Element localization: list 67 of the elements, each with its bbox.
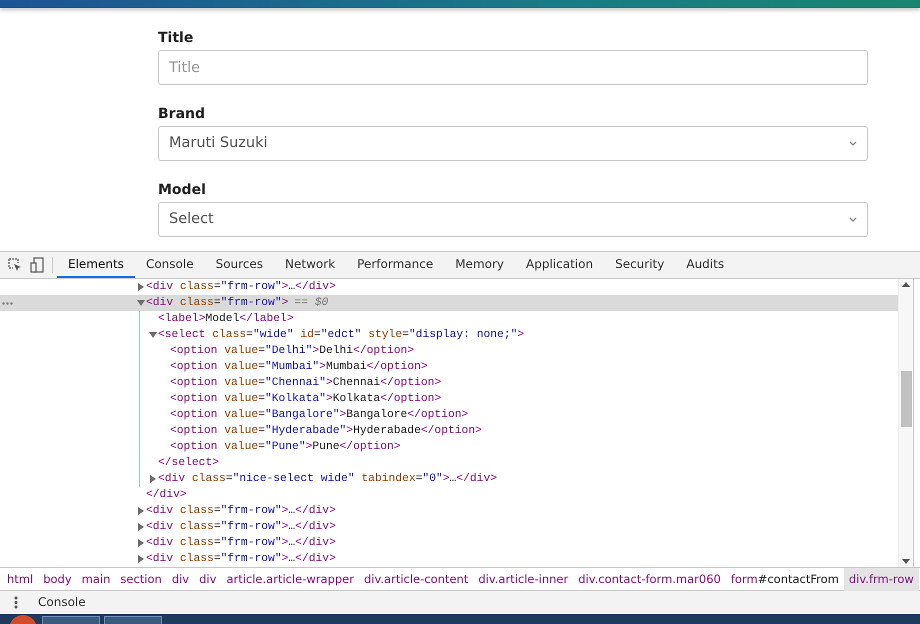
breadcrumb[interactable]: body [38, 568, 77, 590]
devtools-tab[interactable]: Memory [444, 252, 516, 278]
breadcrumb[interactable]: html [2, 568, 38, 590]
expanded-triangle-icon[interactable] [149, 331, 157, 339]
code-line[interactable]: <option value="Hyderabade">Hyderabade</option> [170, 423, 482, 439]
device-icon[interactable] [30, 257, 44, 273]
breadcrumb[interactable]: article.article-wrapper [221, 568, 359, 590]
field-label: Title [158, 29, 194, 47]
code-line[interactable]: <option value="Kolkata">Kolkata</option> [170, 391, 442, 407]
collapsed-triangle-icon[interactable] [137, 555, 145, 563]
collapsed-triangle-icon[interactable] [137, 283, 145, 291]
scrollbar-thumb[interactable] [901, 371, 912, 427]
code-line[interactable]: <option value="Mumbai">Mumbai</option> [170, 359, 428, 375]
selected-code-line[interactable]: <div class="frm-row"> [146, 295, 288, 311]
expanded-triangle-icon[interactable] [137, 299, 145, 307]
collapsed-triangle-icon[interactable] [137, 507, 145, 515]
breadcrumb[interactable]: div.article-inner [473, 568, 574, 590]
scroll-up-icon[interactable] [902, 282, 910, 287]
scroll-down-icon[interactable] [902, 559, 910, 564]
scrollbar[interactable] [898, 279, 913, 567]
code-line[interactable]: <option value="Pune">Pune</option> [170, 439, 401, 455]
breadcrumb[interactable]: main [76, 568, 116, 590]
devtools-tab[interactable]: Network [274, 252, 346, 278]
code-line[interactable]: <div class="nice-select wide" tabindex="0">…</div> [158, 471, 498, 487]
drawer-tab[interactable]: Console [34, 592, 90, 612]
breadcrumb[interactable]: div.contact-form.mar060 [573, 568, 726, 590]
devtools-tab[interactable]: Elements [57, 252, 135, 278]
text-field[interactable]: Title [158, 50, 868, 85]
breadcrumb[interactable]: div.article-content [358, 568, 474, 590]
caret-icon [849, 217, 857, 222]
code-line[interactable]: <div class="frm-row">…</div> [146, 279, 336, 295]
select-field[interactable]: Select [158, 202, 868, 237]
code-line[interactable]: </div> [146, 487, 187, 503]
code-line[interactable]: <label>Model</label> [158, 311, 294, 327]
devtools-tab[interactable]: Audits [675, 252, 736, 278]
breadcrumb[interactable]: div [166, 568, 194, 590]
code-line[interactable]: <option value="Delhi">Delhi</option> [170, 343, 414, 359]
field-label: Model [158, 181, 207, 199]
code-line[interactable]: <div class="frm-row">…</div> [146, 503, 336, 519]
select-field[interactable]: Maruti Suzuki [158, 126, 868, 161]
selected-row[interactable]: <div class="frm-row"> == $0 [0, 295, 898, 311]
code-line[interactable]: <option value="Bangalore">Bangalore</option> [170, 407, 468, 423]
devtools-tab[interactable]: Security [604, 252, 676, 278]
code-line[interactable]: </select> [158, 455, 220, 471]
breadcrumb[interactable]: div [194, 568, 222, 590]
devtools-tab[interactable]: Console [134, 252, 205, 278]
devtools-tab[interactable]: Performance [346, 252, 444, 278]
code-line[interactable]: <select class="wide" id="edct" style="display: none;"> [158, 327, 524, 343]
inspect-icon[interactable] [8, 258, 22, 272]
breadcrumb[interactable]: form#contactFrom [726, 568, 844, 590]
collapsed-triangle-icon[interactable] [149, 475, 157, 483]
code-line[interactable]: <div class="frm-row">…</div> [146, 551, 336, 567]
menu-icon[interactable] [14, 596, 18, 609]
devtools-tab[interactable]: Application [515, 252, 604, 278]
collapsed-triangle-icon[interactable] [137, 523, 145, 531]
more-icon[interactable] [2, 302, 13, 305]
code-line[interactable]: <option value="Chennai">Chennai</option> [170, 375, 442, 391]
breadcrumb[interactable]: div.frm-row [844, 568, 919, 590]
field-label: Brand [158, 105, 206, 123]
code-line[interactable]: <div class="frm-row">…</div> [146, 535, 336, 551]
devtools-tab[interactable]: Sources [204, 252, 274, 278]
start-button-icon[interactable] [8, 614, 38, 624]
breadcrumb[interactable]: section [115, 568, 167, 590]
collapsed-triangle-icon[interactable] [137, 539, 145, 547]
console-reference: == $0 [294, 296, 328, 311]
code-line[interactable]: <div class="frm-row">…</div> [146, 519, 336, 535]
caret-icon [849, 141, 857, 146]
